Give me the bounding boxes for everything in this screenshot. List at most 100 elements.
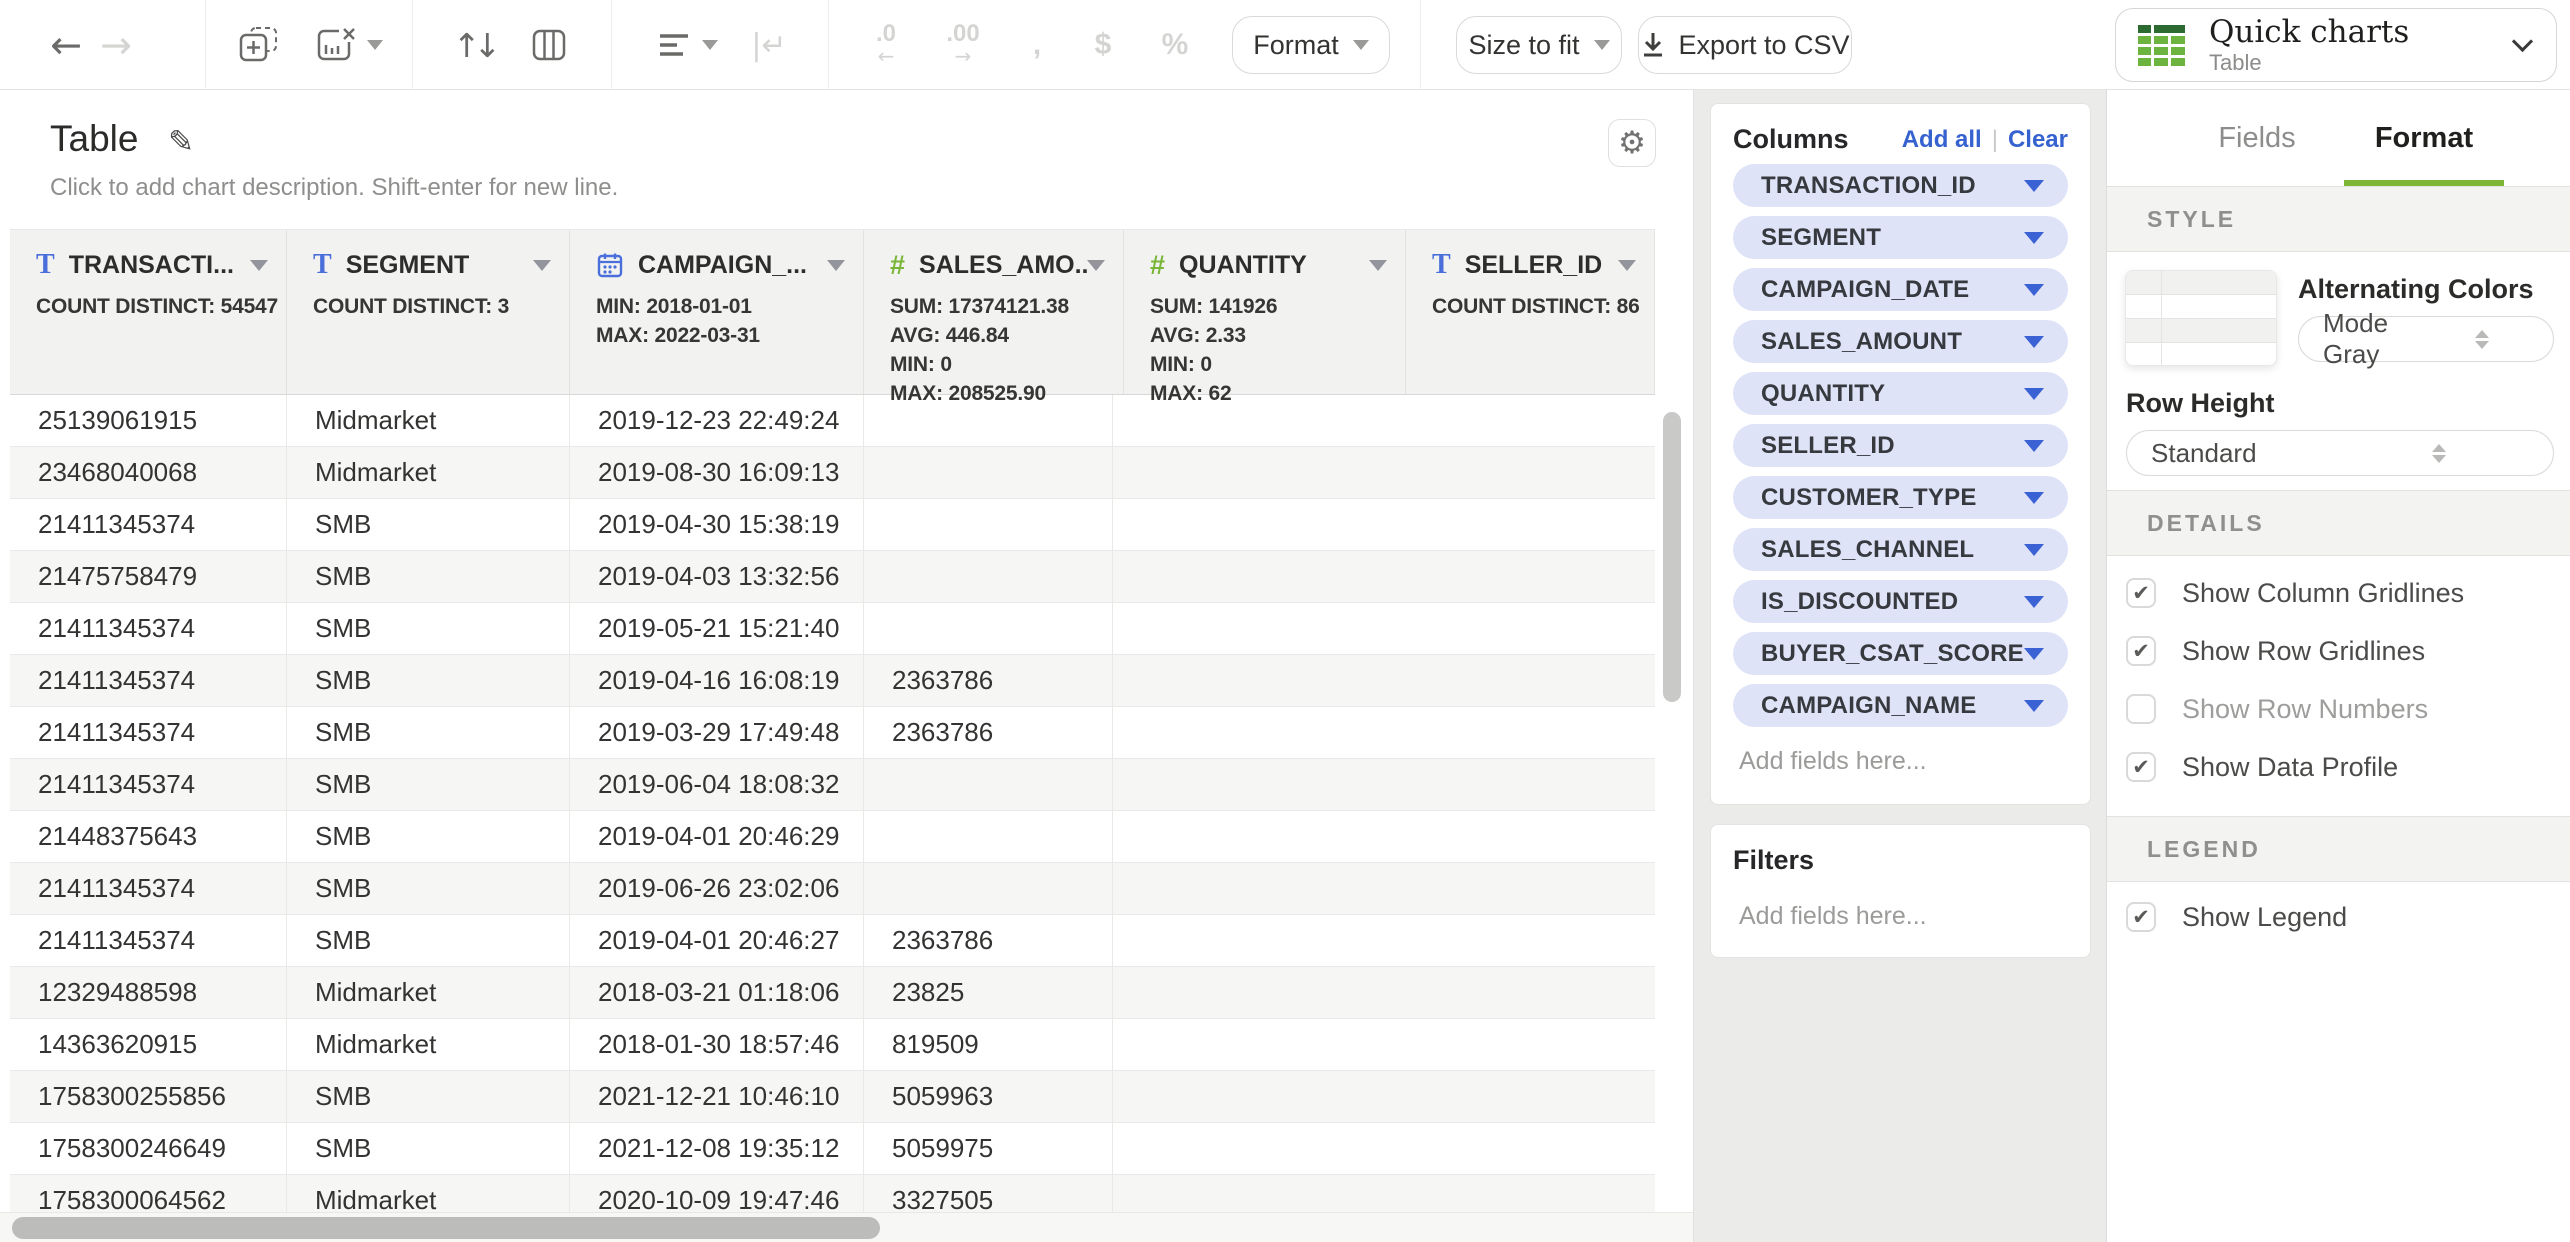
table-cell: 2019-06-26 23:02:06 [570, 863, 864, 914]
table-cell: 21411345374 [10, 603, 287, 654]
percent-icon: % [1162, 28, 1189, 62]
forward-button[interactable]: → [92, 0, 140, 90]
pill-menu-caret-icon[interactable] [2024, 284, 2044, 296]
column-pill-transaction-id[interactable]: TRANSACTION_ID [1733, 164, 2068, 207]
toolbar-divider [412, 0, 413, 90]
pill-menu-caret-icon[interactable] [2024, 700, 2044, 712]
pill-menu-caret-icon[interactable] [2024, 336, 2044, 348]
table-cell [864, 603, 1113, 654]
column-header-quantity[interactable]: #QUANTITYSUM: 141926AVG: 2.33MIN: 0MAX: … [1124, 230, 1406, 394]
decrease-decimal-button[interactable]: .0 ← [856, 0, 916, 90]
chart-type-switcher[interactable]: Quick charts Table [2115, 8, 2557, 82]
checkbox-show-row-gridlines[interactable]: ✔ [2126, 636, 2156, 666]
column-pill-sales-amount[interactable]: SALES_AMOUNT [1733, 320, 2068, 363]
format-button[interactable]: Format [1232, 16, 1390, 74]
checkbox-show-data-profile[interactable]: ✔ [2126, 752, 2156, 782]
column-layout-button[interactable] [522, 0, 576, 90]
increase-decimal-button[interactable]: .00 → [928, 0, 998, 90]
edit-title-pencil-icon[interactable]: ✎ [168, 124, 194, 160]
comma-format-button[interactable]: , [1012, 0, 1062, 90]
column-header-top: #QUANTITY [1124, 242, 1405, 288]
checkbox-row-show-column-gridlines: ✔Show Column Gridlines [2126, 578, 2464, 608]
column-menu-caret-icon[interactable] [1618, 260, 1636, 271]
alternating-colors-label: Alternating Colors [2298, 274, 2534, 305]
vertical-scrollbar[interactable] [1663, 412, 1681, 702]
pill-menu-caret-icon[interactable] [2024, 388, 2044, 400]
checkbox-show-column-gridlines[interactable]: ✔ [2126, 578, 2156, 608]
pill-menu-caret-icon[interactable] [2024, 596, 2044, 608]
chart-title[interactable]: Table [50, 118, 138, 160]
tab-fields[interactable]: Fields [2197, 90, 2317, 186]
column-menu-caret-icon[interactable] [250, 260, 268, 271]
column-pill-is-discounted[interactable]: IS_DISCOUNTED [1733, 580, 2068, 623]
column-header-top: CAMPAIGN_... [570, 242, 863, 288]
pill-menu-caret-icon[interactable] [2024, 544, 2044, 556]
gear-icon: ⚙ [1618, 125, 1646, 161]
row-height-value: Standard [2151, 438, 2343, 469]
column-menu-caret-icon[interactable] [533, 260, 551, 271]
checkbox-show-legend[interactable]: ✔ [2126, 902, 2156, 932]
export-csv-button[interactable]: Export to CSV [1638, 16, 1852, 74]
pill-menu-caret-icon[interactable] [2024, 180, 2044, 192]
column-pill-campaign-date[interactable]: CAMPAIGN_DATE [1733, 268, 2068, 311]
filters-title: Filters [1733, 845, 2068, 876]
delete-chart-button[interactable] [306, 0, 392, 90]
chart-description-placeholder[interactable]: Click to add chart description. Shift-en… [50, 174, 618, 202]
column-pill-customer-type[interactable]: CUSTOMER_TYPE [1733, 476, 2068, 519]
column-name: SEGMENT [346, 251, 533, 280]
duplicate-chart-button[interactable] [232, 0, 286, 90]
column-header-seller-id[interactable]: TSELLER_IDCOUNT DISTINCT: 86 [1406, 230, 1655, 394]
sort-button[interactable]: ↑↓ [448, 0, 506, 90]
table-chart-icon [2138, 25, 2185, 66]
checkbox-show-row-numbers[interactable] [2126, 694, 2156, 724]
column-header-campaign[interactable]: CAMPAIGN_...MIN: 2018-01-01MAX: 2022-03-… [570, 230, 864, 394]
decrease-decimal-icon: .0 ← [876, 23, 896, 67]
row-height-select[interactable]: Standard [2126, 430, 2554, 476]
size-to-fit-button[interactable]: Size to fit [1456, 16, 1622, 74]
column-stat: MIN: 0 [890, 350, 1105, 379]
column-header-segment[interactable]: TSEGMENTCOUNT DISTINCT: 3 [287, 230, 570, 394]
legend-section-header: LEGEND [2107, 816, 2570, 882]
column-menu-caret-icon[interactable] [827, 260, 845, 271]
wrap-text-button[interactable]: |↵ [740, 0, 798, 90]
column-stat: MIN: 0 [1150, 350, 1387, 379]
back-button[interactable]: ← [42, 0, 90, 90]
filters-add-fields-placeholder[interactable]: Add fields here... [1733, 876, 2068, 931]
chart-switcher-text: Quick charts Table [2209, 15, 2515, 76]
pill-menu-caret-icon[interactable] [2024, 492, 2044, 504]
column-menu-caret-icon[interactable] [1087, 260, 1105, 271]
toolbar-divider [1420, 0, 1421, 90]
table-cell: 21411345374 [10, 655, 287, 706]
alternating-colors-value: Mode Gray [2323, 308, 2429, 370]
table-cell: SMB [287, 811, 570, 862]
column-pill-buyer-csat-score[interactable]: BUYER_CSAT_SCORE [1733, 632, 2068, 675]
column-header-sales-amo[interactable]: #SALES_AMO...SUM: 17374121.38AVG: 446.84… [864, 230, 1124, 394]
column-header-transacti[interactable]: TTRANSACTI...COUNT DISTINCT: 54547 [10, 230, 287, 394]
column-pill-campaign-name[interactable]: CAMPAIGN_NAME [1733, 684, 2068, 727]
tab-format[interactable]: Format [2357, 90, 2491, 186]
clear-link[interactable]: Clear [2008, 126, 2068, 154]
pill-menu-caret-icon[interactable] [2024, 440, 2044, 452]
pill-menu-caret-icon[interactable] [2024, 232, 2044, 244]
columns-icon [530, 26, 568, 64]
horizontal-scrollbar-thumb[interactable] [12, 1217, 880, 1239]
alternating-colors-select[interactable]: Mode Gray [2298, 316, 2554, 362]
table-cell [864, 863, 1113, 914]
pill-menu-caret-icon[interactable] [2024, 648, 2044, 660]
checkmark-icon: ✔ [2132, 907, 2150, 928]
column-pill-segment[interactable]: SEGMENT [1733, 216, 2068, 259]
chart-settings-button[interactable]: ⚙ [1608, 119, 1656, 167]
table-cell: 23825 [864, 967, 1113, 1018]
table-cell: SMB [287, 1123, 570, 1174]
column-stat: SUM: 141926 [1150, 292, 1387, 321]
add-all-link[interactable]: Add all [1902, 126, 1982, 154]
currency-format-button[interactable]: $ [1078, 0, 1128, 90]
column-pill-quantity[interactable]: QUANTITY [1733, 372, 2068, 415]
align-button[interactable] [648, 0, 728, 90]
column-pill-seller-id[interactable]: SELLER_ID [1733, 424, 2068, 467]
column-pill-sales-channel[interactable]: SALES_CHANNEL [1733, 528, 2068, 571]
table-row: 21475758479SMB2019-04-03 13:32:560 [10, 551, 1655, 603]
column-menu-caret-icon[interactable] [1369, 260, 1387, 271]
percent-format-button[interactable]: % [1150, 0, 1200, 90]
columns-add-fields-placeholder[interactable]: Add fields here... [1733, 727, 2068, 776]
